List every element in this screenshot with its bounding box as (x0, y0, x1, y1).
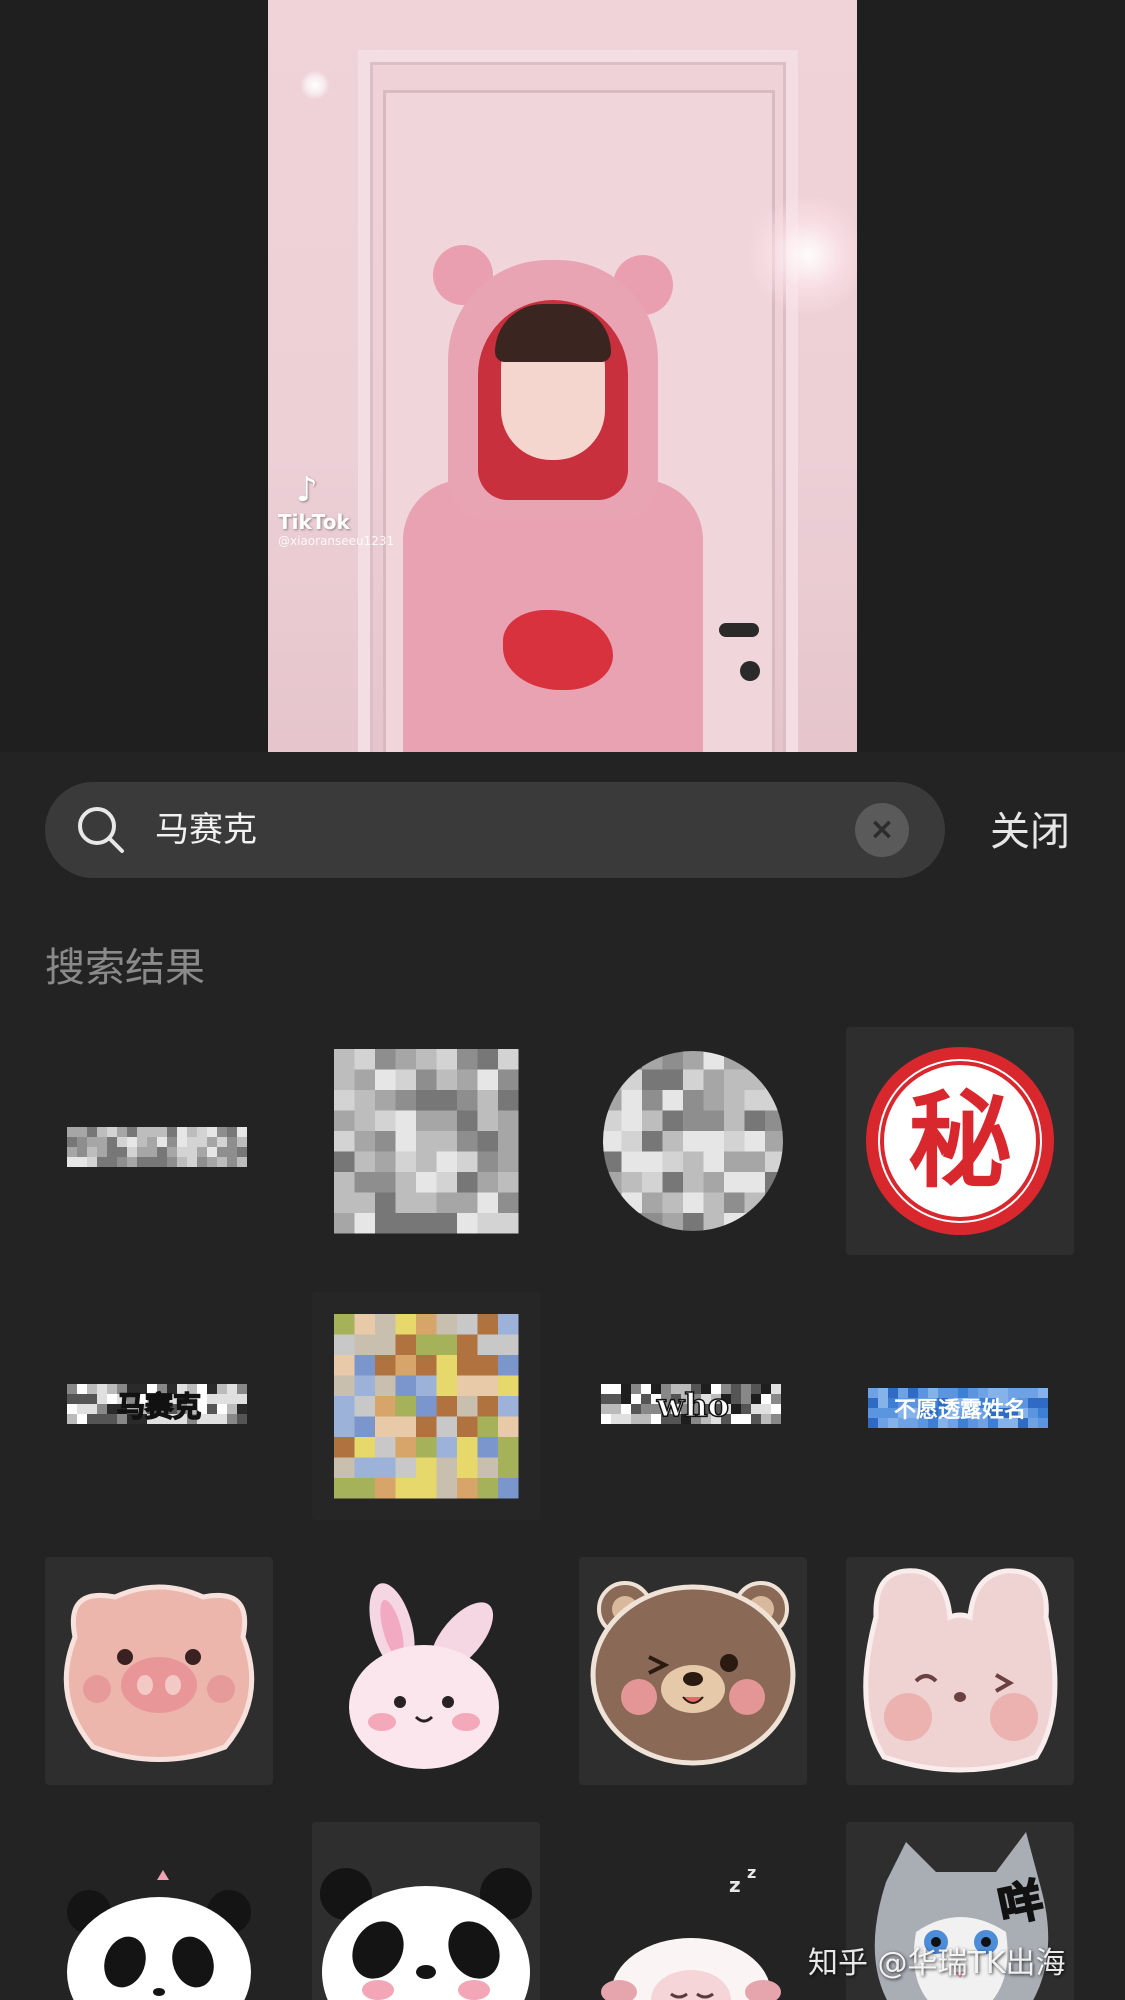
search-bar[interactable]: 马赛克 × (45, 782, 945, 878)
results-title: 搜索结果 (45, 945, 205, 991)
watermark: 知乎 @华瑞TK出海 (808, 1946, 1066, 1981)
tiktok-brand: TikTok (278, 510, 350, 534)
search-icon (78, 807, 124, 853)
sticker-search-panel: 马赛克 × 关闭 搜索结果 秘 马赛克 who 不愿透露姓名 z z 咩 (0, 752, 1125, 2000)
pink-bunny-face-sticker[interactable] (846, 1557, 1074, 1785)
who-mosaic-graphic: who (601, 1384, 781, 1425)
sparkle-effect (300, 70, 330, 100)
door-handle (719, 623, 759, 637)
pig-face-graphic (63, 1584, 255, 1762)
panda-sticker[interactable] (45, 1822, 273, 2000)
mosaic-label-sticker[interactable]: 马赛克 (45, 1292, 273, 1520)
panda-face-graphic (320, 1868, 532, 2000)
color-mosaic-graphic (334, 1314, 519, 1499)
secret-stamp-sticker[interactable]: 秘 (846, 1027, 1074, 1255)
mosaic-label-text: 马赛克 (117, 1390, 201, 1423)
svg-text:z: z (729, 1873, 741, 1897)
mosaic-strip-graphic (67, 1127, 247, 1167)
video-preview[interactable]: ♪ TikTok @xiaoranseeu1231 (268, 0, 857, 752)
mosaic-label-graphic: 马赛克 (67, 1384, 247, 1424)
pig-face-sticker[interactable] (45, 1557, 273, 1785)
bear-face-sticker[interactable] (579, 1557, 807, 1785)
pink-bunny-face-graphic (863, 1568, 1058, 1773)
close-icon: × (869, 812, 895, 847)
bunny-graphic (349, 1583, 499, 1769)
secret-stamp-label: 秘 (908, 1080, 1012, 1202)
door-knob (740, 661, 760, 681)
clear-search-button[interactable]: × (855, 803, 909, 857)
who-label-text: who (656, 1386, 729, 1424)
search-input[interactable]: 马赛克 (155, 802, 257, 858)
who-mosaic-sticker[interactable]: who (579, 1292, 807, 1520)
sleeping-sheep-graphic: z z (601, 1863, 781, 2000)
anonymous-label-sticker[interactable]: 不愿透露姓名 (846, 1292, 1074, 1520)
mosaic-square-sticker[interactable] (312, 1027, 540, 1255)
light-glow-effect (748, 195, 857, 315)
anonymous-label-text: 不愿透露姓名 (894, 1397, 1026, 1423)
cat-label-text: 咩 (994, 1874, 1048, 1933)
bear-face-graphic (590, 1581, 796, 1766)
secret-stamp-graphic: 秘 (866, 1047, 1054, 1235)
svg-text:z: z (747, 1863, 756, 1882)
tiktok-handle: @xiaoranseeu1231 (278, 534, 395, 548)
color-mosaic-sticker[interactable] (312, 1292, 540, 1520)
mosaic-circle-sticker[interactable] (579, 1027, 807, 1255)
person (403, 240, 703, 752)
tiktok-logo-icon: ♪ (296, 470, 318, 510)
sleeping-sheep-sticker[interactable]: z z (579, 1822, 807, 2000)
panda-face-sticker[interactable] (312, 1822, 540, 2000)
video-preview-area: ♪ TikTok @xiaoranseeu1231 (0, 0, 1125, 752)
panda-graphic (67, 1870, 251, 2000)
bunny-sticker[interactable] (312, 1557, 540, 1785)
mosaic-strip-sticker[interactable] (45, 1027, 273, 1255)
anonymous-label-graphic: 不愿透露姓名 (868, 1388, 1048, 1428)
mosaic-circle-graphic (603, 1051, 783, 1231)
tiktok-watermark: ♪ TikTok @xiaoranseeu1231 (278, 470, 428, 548)
mosaic-square-graphic (334, 1049, 519, 1234)
close-button[interactable]: 关闭 (990, 802, 1070, 862)
